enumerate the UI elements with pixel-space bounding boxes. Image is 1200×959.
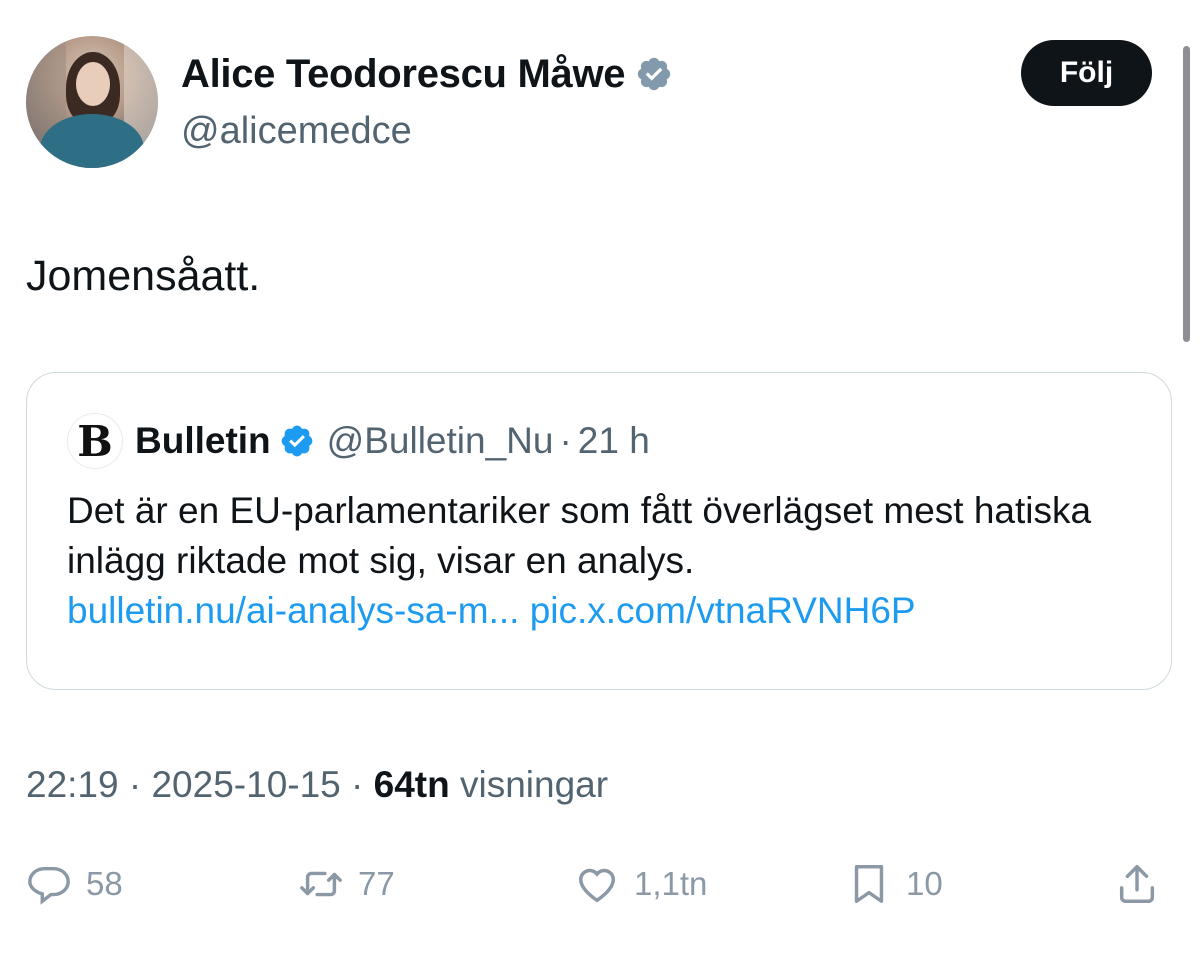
follow-button[interactable]: Följ	[1021, 40, 1152, 106]
reply-count: 58	[86, 865, 123, 902]
quoted-author-name: Bulletin	[135, 420, 271, 461]
views-count: 64tn	[373, 764, 450, 805]
share-icon	[1119, 865, 1155, 903]
quoted-author-handle: @Bulletin_Nu	[326, 420, 554, 461]
author-handle[interactable]: @alicemedce	[181, 108, 412, 154]
tweet-date[interactable]: 2025-10-15	[151, 764, 340, 805]
avatar-face	[76, 62, 110, 106]
repost-button[interactable]: 77	[298, 856, 395, 912]
like-icon	[578, 868, 616, 903]
author-name-row: Alice Teodorescu Måwe	[181, 50, 673, 98]
separator-dot: ·	[128, 764, 142, 805]
repost-icon	[300, 871, 342, 897]
tweet-meta: 22:19 · 2025-10-15 · 64tn visningar	[26, 762, 608, 808]
tweet-actions: 58 77 1,1tn 10	[0, 856, 1200, 912]
like-count: 1,1tn	[634, 865, 708, 902]
bookmark-count: 10	[906, 865, 943, 902]
views-label: visningar	[460, 764, 609, 805]
quoted-tweet-time: 21 h	[577, 420, 650, 461]
quoted-tweet-card[interactable]: B Bulletin @Bulletin_Nu · 21 h Det är en…	[26, 372, 1172, 690]
separator-dot: ·	[559, 420, 572, 461]
quoted-tweet-text: Det är en EU-parlamentariker som fått öv…	[67, 490, 1092, 581]
media-link[interactable]: pic.x.com/vtnaRVNH6P	[530, 590, 916, 631]
author-display-name[interactable]: Alice Teodorescu Måwe	[181, 50, 626, 98]
verified-badge-icon	[637, 57, 671, 91]
separator-dot: ·	[351, 764, 364, 805]
article-link[interactable]: bulletin.nu/ai-analys-sa-m...	[67, 590, 519, 631]
tweet-text: Jomensåatt.	[26, 252, 261, 300]
bookmark-icon	[854, 865, 884, 903]
share-button[interactable]	[1114, 856, 1160, 912]
tweet-time[interactable]: 22:19	[26, 764, 119, 805]
bookmark-button[interactable]: 10	[846, 856, 943, 912]
reply-button[interactable]: 58	[26, 856, 123, 912]
verified-badge-icon	[281, 425, 313, 457]
author-avatar[interactable]	[26, 36, 158, 168]
scrollbar[interactable]	[1183, 46, 1190, 342]
quoted-tweet-header: B Bulletin @Bulletin_Nu · 21 h	[67, 413, 650, 469]
bulletin-logo: B	[67, 413, 123, 469]
like-button[interactable]: 1,1tn	[574, 856, 707, 912]
quoted-tweet-body: Det är en EU-parlamentariker som fått öv…	[67, 486, 1147, 636]
reply-icon	[28, 866, 70, 905]
repost-count: 77	[358, 865, 395, 902]
